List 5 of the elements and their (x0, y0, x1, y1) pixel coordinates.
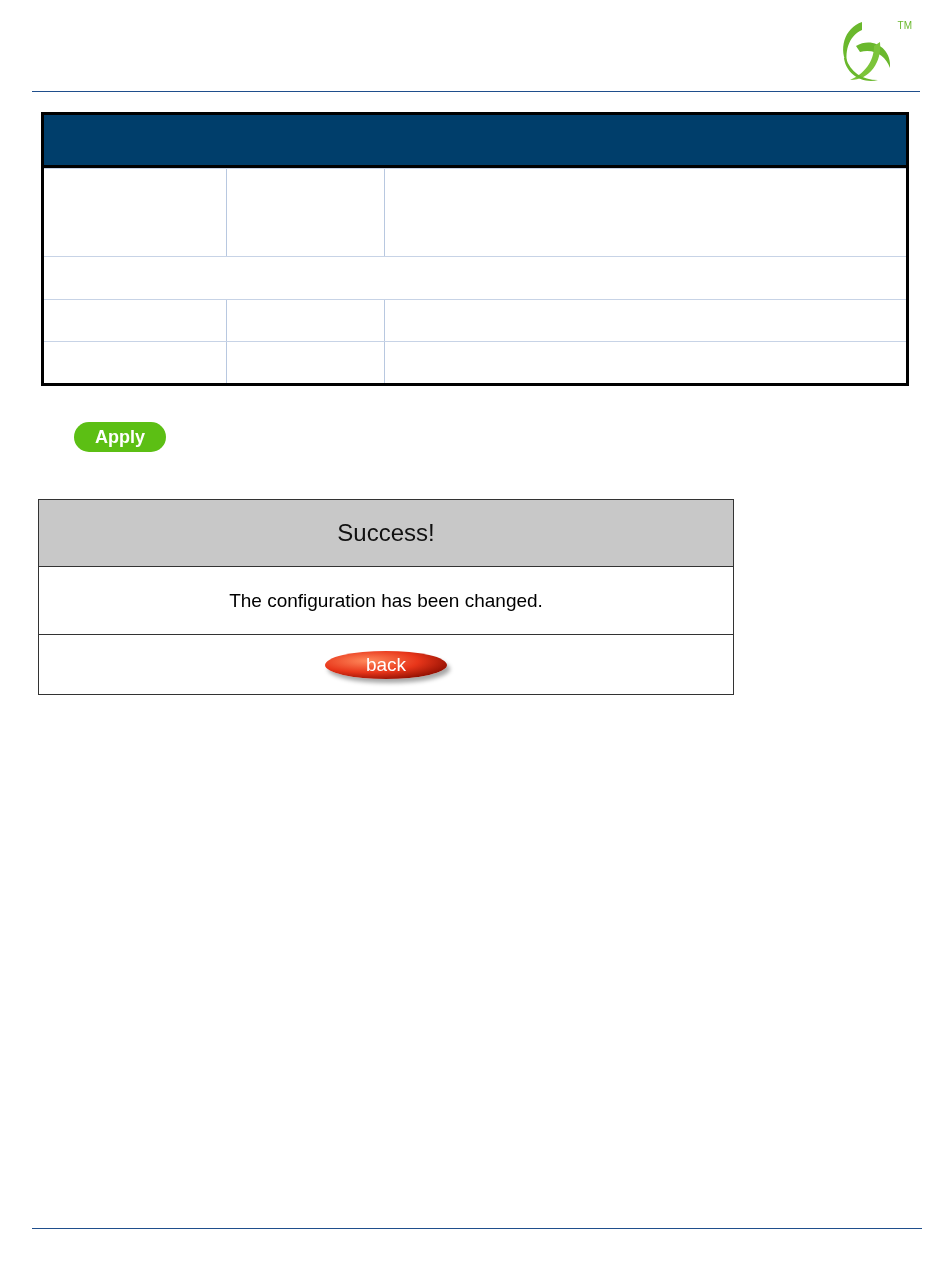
panel-title: Success! (337, 519, 435, 547)
apply-button[interactable]: Apply (74, 422, 166, 452)
status-message: The configuration has been changed. (229, 589, 543, 612)
trademark-mark: TM (897, 20, 912, 31)
back-button[interactable]: back (325, 650, 447, 679)
